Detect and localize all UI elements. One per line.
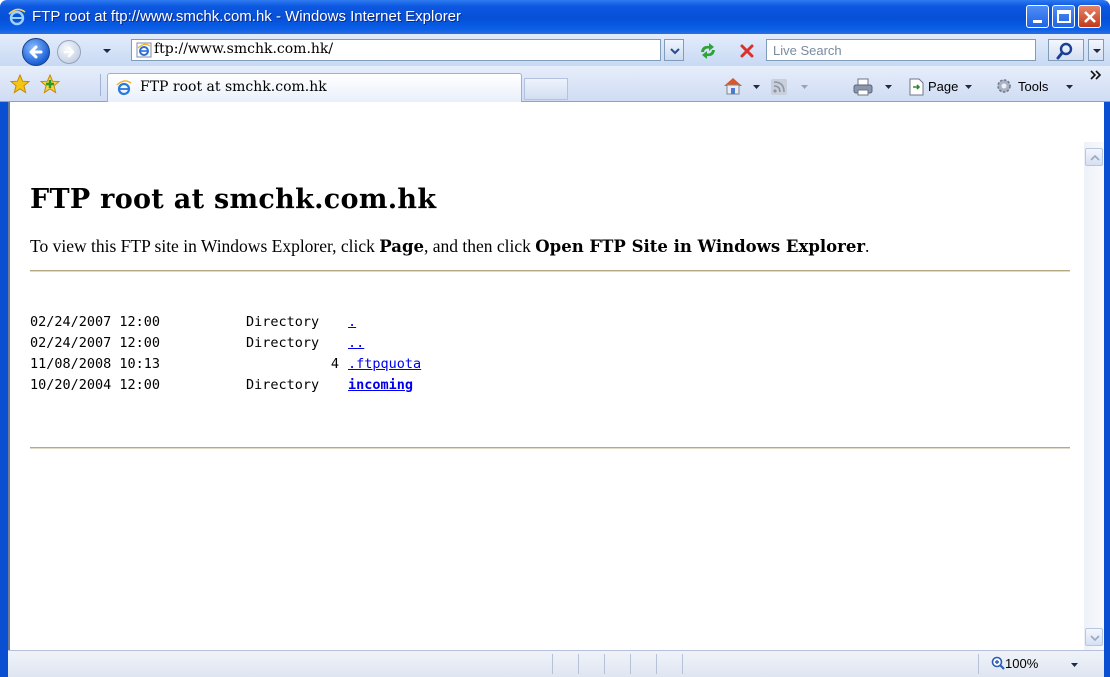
maximize-icon: [1057, 10, 1071, 23]
instruction-open-ftp: Open FTP Site in Windows Explorer: [535, 237, 866, 256]
add-to-favorites-icon[interactable]: [40, 74, 62, 94]
maximize-button[interactable]: [1052, 5, 1075, 28]
feeds-icon[interactable]: [770, 78, 788, 96]
page-menu-label[interactable]: Page: [928, 79, 958, 94]
page-chevron-down-icon[interactable]: [964, 83, 973, 91]
internet-explorer-icon: [116, 80, 132, 96]
scroll-up-button[interactable]: [1085, 148, 1103, 166]
chevron-down-icon: [1090, 635, 1100, 642]
tools-gear-icon[interactable]: [995, 77, 1013, 95]
tab-ftp-root[interactable]: FTP root at smchk.com.hk: [107, 73, 522, 102]
recent-pages-chevron-down-icon[interactable]: [102, 47, 112, 55]
instruction-middle: , and then click: [424, 236, 536, 256]
status-separator: [978, 654, 979, 674]
tab-label: FTP root at smchk.com.hk: [140, 79, 327, 95]
status-separator: [552, 654, 553, 674]
address-text: ftp://www.smchk.com.hk/: [154, 41, 334, 57]
entry-date: 11/08/2008 10:13: [30, 356, 161, 372]
chevron-down-icon: [670, 48, 680, 55]
print-chevron-down-icon[interactable]: [884, 83, 893, 91]
tools-menu-label[interactable]: Tools: [1018, 79, 1048, 94]
window-frame-right: [1104, 34, 1110, 677]
page-title: FTP root at smchk.com.hk: [30, 184, 437, 215]
more-commands-chevron-icon[interactable]: [1090, 70, 1102, 80]
window-title: FTP root at ftp://www.smchk.com.hk - Win…: [32, 8, 462, 25]
tools-chevron-down-icon[interactable]: [1065, 83, 1074, 91]
search-button[interactable]: [1048, 39, 1084, 61]
entry-date: 02/24/2007 12:00: [30, 335, 161, 351]
status-separator: [578, 654, 579, 674]
print-icon[interactable]: [852, 77, 874, 97]
zoom-chevron-down-icon[interactable]: [1070, 662, 1079, 668]
search-placeholder: Live Search: [773, 43, 842, 58]
close-button[interactable]: [1078, 5, 1101, 28]
entry-link[interactable]: .ftpquota: [348, 356, 421, 372]
refresh-icon[interactable]: [696, 40, 720, 62]
address-input[interactable]: ftp://www.smchk.com.hk/: [131, 39, 661, 61]
status-separator: [604, 654, 605, 674]
back-arrow-icon: [29, 45, 43, 59]
window-frame-left: [0, 34, 8, 677]
entry-link[interactable]: ..: [348, 335, 364, 351]
chevron-up-icon: [1090, 154, 1100, 161]
entry-type: Directory: [246, 335, 320, 351]
toolbar-separator: [100, 74, 101, 96]
home-chevron-down-icon[interactable]: [752, 83, 761, 91]
chevron-down-icon: [1093, 49, 1101, 53]
entry-link[interactable]: incoming: [348, 377, 413, 393]
page-menu-icon[interactable]: [906, 77, 926, 97]
scroll-down-button[interactable]: [1085, 628, 1103, 646]
entry-date: 10/20/2004 12:00: [30, 377, 161, 393]
search-icon: [1056, 42, 1073, 60]
forward-arrow-icon: [63, 46, 75, 58]
instruction-suffix: .: [865, 236, 870, 256]
address-dropdown-button[interactable]: [664, 39, 684, 61]
status-separator: [656, 654, 657, 674]
stop-icon[interactable]: [736, 40, 758, 62]
zoom-magnifier-icon[interactable]: [991, 656, 1005, 670]
entry-type: Directory: [246, 377, 320, 393]
ie-page-icon: [136, 42, 152, 58]
close-icon: [1084, 11, 1096, 23]
feeds-chevron-down-icon[interactable]: [800, 83, 809, 91]
instruction-text: To view this FTP site in Windows Explore…: [30, 236, 869, 257]
search-options-button[interactable]: [1088, 39, 1104, 61]
title-bar[interactable]: FTP root at ftp://www.smchk.com.hk - Win…: [0, 0, 1110, 34]
instruction-prefix: To view this FTP site in Windows Explore…: [30, 236, 380, 256]
internet-explorer-icon: [8, 8, 26, 26]
vertical-scrollbar[interactable]: [1084, 142, 1104, 650]
instruction-page-word: Page: [379, 237, 424, 256]
entry-link[interactable]: .: [348, 314, 356, 330]
divider-bottom: [30, 447, 1070, 449]
status-separator: [682, 654, 683, 674]
entry-type: Directory: [246, 314, 320, 330]
zoom-level[interactable]: 100%: [1005, 656, 1038, 671]
back-button[interactable]: [22, 38, 50, 66]
status-bar: [8, 650, 1104, 677]
entry-date: 02/24/2007 12:00: [30, 314, 161, 330]
minimize-button[interactable]: [1026, 5, 1049, 28]
minimize-icon: [1033, 20, 1042, 23]
divider-top: [30, 270, 1070, 272]
search-input[interactable]: Live Search: [766, 39, 1036, 61]
forward-button[interactable]: [57, 40, 81, 64]
favorites-center-star-icon[interactable]: [10, 74, 30, 94]
status-separator: [630, 654, 631, 674]
new-tab-button[interactable]: [524, 78, 568, 100]
home-icon[interactable]: [722, 76, 744, 96]
entry-size: 4: [330, 356, 339, 372]
